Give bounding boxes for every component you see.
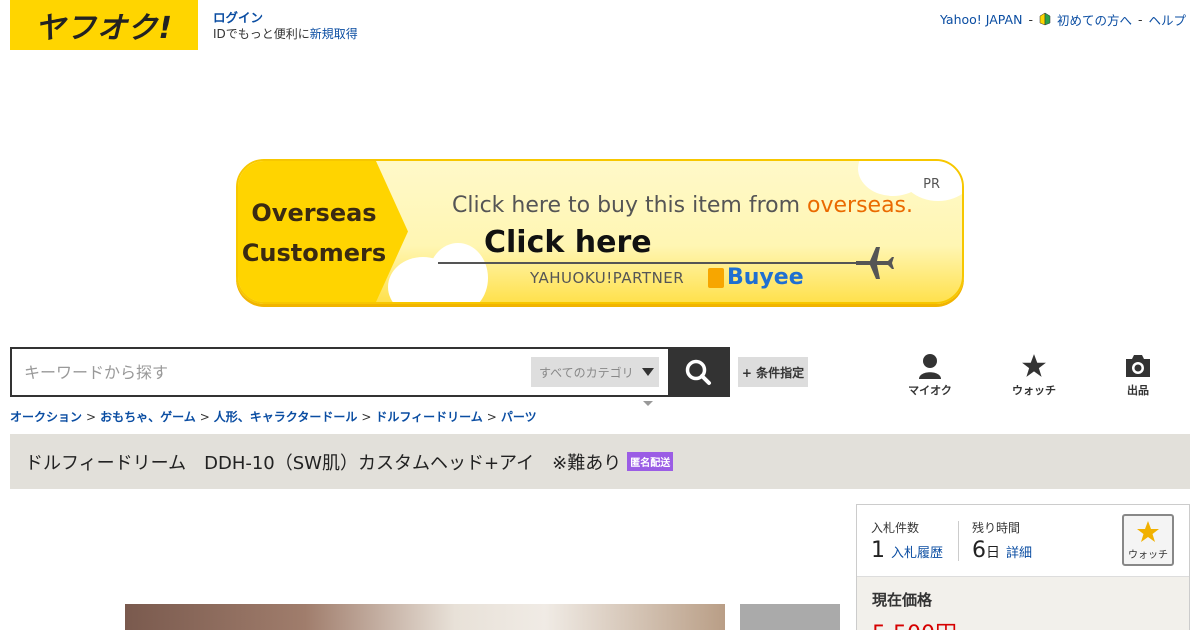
breadcrumb-separator: >	[86, 409, 97, 424]
breadcrumb-item[interactable]: おもちゃ、ゲーム	[100, 408, 196, 425]
banner-partner-text: YAHUOKU!PARTNER	[530, 269, 685, 287]
breadcrumb: オークション > おもちゃ、ゲーム > 人形、キャラクタードール > ドルフィー…	[10, 408, 537, 425]
time-left-value: 6日	[972, 538, 1000, 563]
search-input[interactable]	[14, 349, 524, 395]
register-link[interactable]: 新規取得	[310, 27, 358, 41]
breadcrumb-item[interactable]: 人形、キャラクタードール	[214, 408, 358, 425]
separator: -	[1137, 12, 1143, 27]
top-links: Yahoo! JAPAN - 初めての方へ - ヘルプ	[940, 10, 1186, 29]
search-box: すべてのカテゴリ	[10, 347, 730, 397]
banner-left-text: Overseas Customers	[238, 193, 390, 273]
banner-left-line1: Overseas	[251, 199, 377, 227]
item-main-photo[interactable]	[125, 604, 725, 630]
login-box: ログイン IDでもっと便利に新規取得	[213, 10, 358, 42]
bid-count-label: 入札件数	[871, 521, 920, 535]
item-title: ドルフィードリーム DDH-10（SW肌）カスタムヘッド+アイ ※難あり	[25, 452, 622, 474]
time-left-section: 残り時間 6日 詳細	[972, 519, 1032, 563]
banner-headline-text: Click here to buy this item from	[452, 193, 808, 218]
star-icon	[1022, 354, 1046, 377]
site-logo[interactable]: ヤフオク!	[10, 0, 198, 50]
search-icon	[685, 359, 711, 385]
user-icon	[919, 354, 941, 379]
category-select[interactable]: すべてのカテゴリ	[531, 357, 659, 387]
bid-count-value: 1	[871, 538, 885, 563]
breadcrumb-separator: >	[199, 409, 210, 424]
nav-sell[interactable]: 出品	[1108, 353, 1168, 398]
banner-click-here[interactable]: Click here	[484, 225, 652, 260]
breadcrumb-item[interactable]: オークション	[10, 408, 82, 425]
airplane-icon	[854, 243, 894, 287]
current-price-label: 現在価格	[872, 591, 933, 609]
bid-panel: 入札件数 1 入札履歴 残り時間 6日 詳細 ウォッチ 現在価格 5,500円	[856, 504, 1190, 630]
cloud-shape	[428, 243, 488, 302]
star-icon	[1137, 520, 1159, 542]
nav-myauction-label: マイオク	[908, 384, 952, 397]
time-left-row: 6日 詳細	[972, 538, 1032, 563]
nav-watch[interactable]: ウォッチ	[1004, 353, 1064, 398]
help-link[interactable]: ヘルプ	[1148, 10, 1186, 29]
watch-button[interactable]: ウォッチ	[1122, 514, 1174, 566]
divider	[958, 521, 959, 561]
shopping-bag-icon	[708, 267, 724, 288]
banner-headline: Click here to buy this item from oversea…	[452, 193, 913, 218]
buyee-logo: Buyee	[708, 265, 804, 290]
login-link[interactable]: ログイン	[213, 10, 358, 26]
yahoo-japan-link[interactable]: Yahoo! JAPAN	[940, 12, 1022, 27]
nav-watch-label: ウォッチ	[1012, 384, 1056, 397]
nav-sell-label: 出品	[1127, 384, 1149, 397]
category-dropdown-caret-icon[interactable]	[643, 401, 653, 406]
separator: -	[1028, 12, 1033, 27]
watch-button-label: ウォッチ	[1128, 549, 1168, 561]
search-button[interactable]	[668, 349, 728, 395]
logo-text: ヤフオク!	[34, 11, 174, 46]
condition-button[interactable]: + 条件指定	[738, 357, 808, 387]
bid-history-link[interactable]: 入札履歴	[891, 542, 943, 561]
time-left-number: 6	[972, 538, 986, 563]
current-price-value: 5,500円	[872, 616, 1174, 630]
nav-myauction[interactable]: マイオク	[900, 353, 960, 398]
breadcrumb-separator: >	[486, 409, 497, 424]
price-section: 現在価格 5,500円	[857, 577, 1189, 630]
login-sub-text: IDでもっと便利に	[213, 27, 310, 41]
item-title-bar: ドルフィードリーム DDH-10（SW肌）カスタムヘッド+アイ ※難あり 匿名配…	[10, 434, 1190, 489]
banner-left-line2: Customers	[241, 239, 387, 267]
overseas-banner[interactable]: Overseas Customers Click here to buy thi…	[236, 159, 964, 304]
banner-headline-accent: overseas.	[807, 193, 914, 218]
time-detail-link[interactable]: 詳細	[1006, 542, 1032, 561]
banner-pr-label: PR	[923, 177, 940, 192]
bid-count-row: 1 入札履歴	[871, 538, 943, 563]
time-left-unit: 日	[986, 545, 1000, 561]
category-select-label: すべてのカテゴリ	[539, 365, 634, 380]
bid-status: 入札件数 1 入札履歴 残り時間 6日 詳細 ウォッチ	[857, 505, 1189, 577]
bid-count-section: 入札件数 1 入札履歴	[871, 519, 943, 563]
beginner-leaf-icon	[1039, 12, 1053, 27]
breadcrumb-item[interactable]: ドルフィードリーム	[375, 408, 482, 425]
breadcrumb-item[interactable]: パーツ	[501, 408, 537, 425]
time-left-label: 残り時間	[972, 521, 1021, 535]
camera-icon	[1126, 355, 1150, 377]
buyee-text: Buyee	[727, 265, 804, 290]
chevron-down-icon	[641, 368, 654, 376]
breadcrumb-separator: >	[361, 409, 372, 424]
flight-line	[438, 262, 858, 264]
item-thumbnail-photo[interactable]	[740, 604, 840, 630]
anonymous-shipping-badge: 匿名配送	[627, 452, 674, 471]
beginner-link[interactable]: 初めての方へ	[1057, 10, 1132, 29]
